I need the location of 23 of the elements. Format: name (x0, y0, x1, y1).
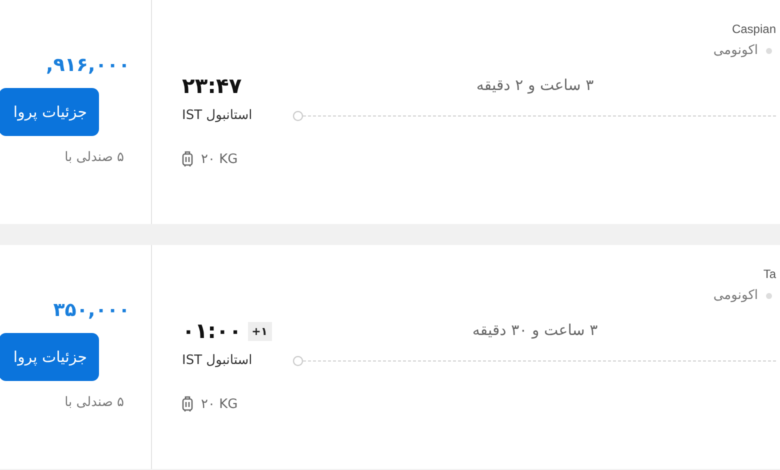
price: ۳۵۰,۰۰۰ (53, 299, 130, 321)
flight-details-button[interactable]: جزئیات پروا (0, 88, 99, 136)
separator-dot (766, 292, 772, 298)
day-offset-badge: +۱ (248, 322, 272, 340)
cabin-class: اکونومی (713, 288, 758, 303)
seats-left: ۵ صندلی با (64, 150, 124, 165)
baggage-allowance: ۲۰ KG (201, 396, 238, 412)
arrival-time: ۲۳:۴۷ (182, 74, 242, 98)
suitcase-icon (182, 396, 193, 412)
seats-left: ۵ صندلی با (64, 395, 124, 410)
cabin-class: اکونومی (713, 43, 758, 58)
flight-duration: ۳ ساعت و ۲ دقیقه (476, 76, 594, 94)
arrival-airport: استانبول IST (182, 353, 252, 368)
airline-name: Ta (763, 267, 777, 281)
arrival-airport: استانبول IST (182, 108, 252, 123)
suitcase-icon (182, 151, 193, 167)
flight-duration: ۳ ساعت و ۳۰ دقیقه (472, 321, 598, 339)
separator-dot (766, 48, 772, 54)
airline-name: Caspian (732, 22, 777, 36)
flight-details-button[interactable]: جزئیات پروا (0, 333, 99, 381)
arrival-time: ۰۱:۰۰ (182, 319, 242, 343)
baggage-allowance: ۲۰ KG (201, 152, 238, 166)
price: ,۹۱۶,۰۰۰ (46, 54, 130, 76)
